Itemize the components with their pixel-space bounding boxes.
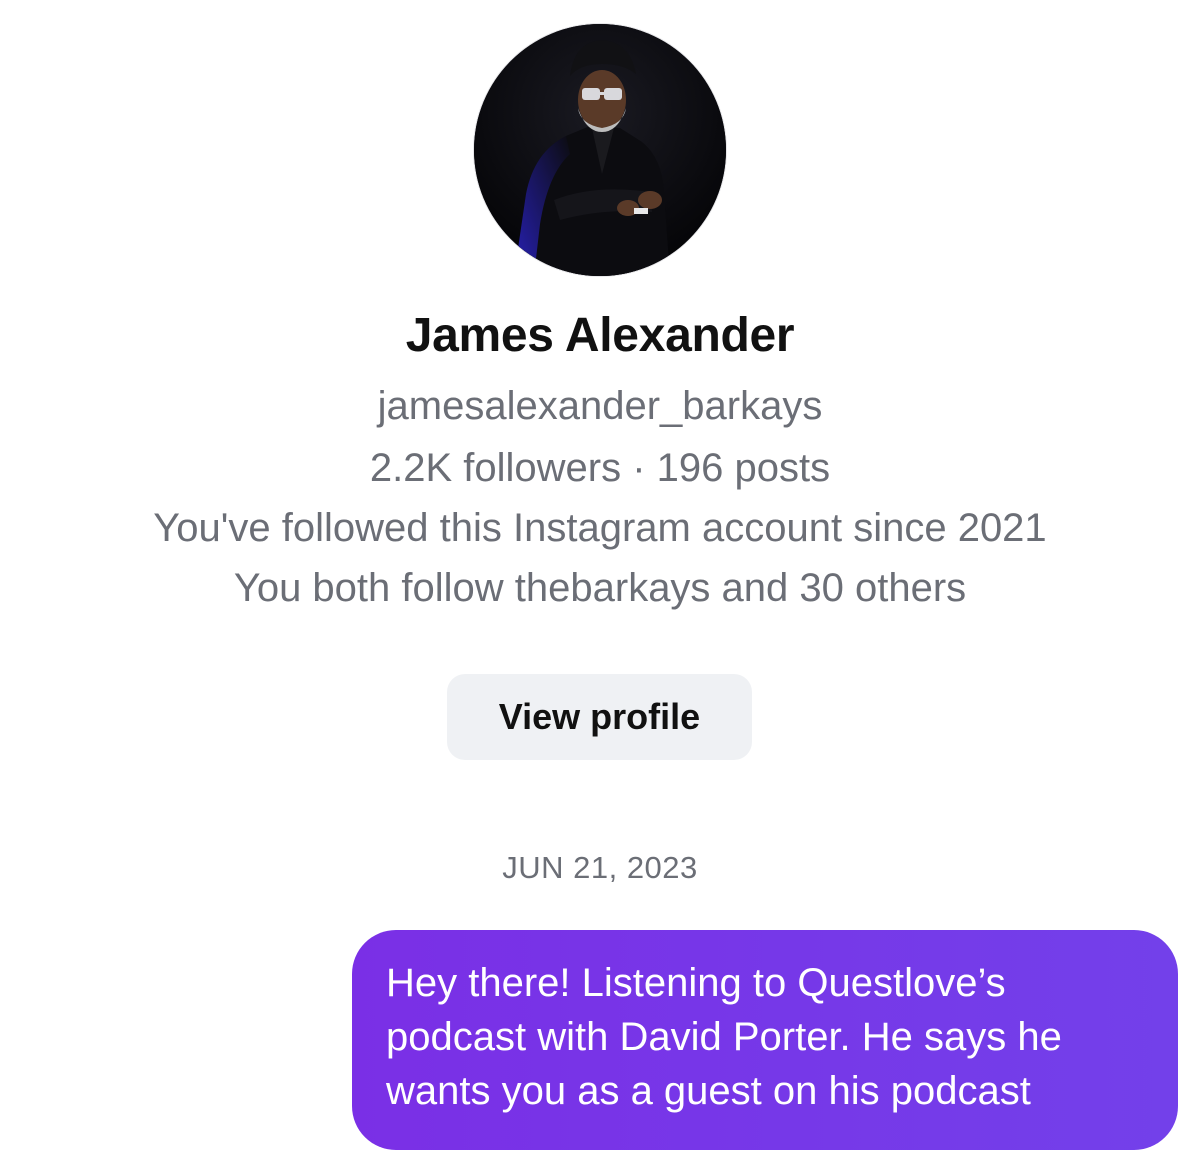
profile-avatar[interactable] (474, 24, 726, 276)
mutual-followers-text: You both follow thebarkays and 30 others (233, 566, 967, 610)
profile-stats: 2.2K followers · 196 posts (369, 446, 831, 490)
profile-photo-icon (474, 24, 726, 276)
message-date-separator: JUN 21, 2023 (502, 850, 698, 885)
dm-thread-screen: James Alexander jamesalexander_barkays 2… (0, 0, 1200, 1164)
message-text: Hey there! Listening to Questlove’s podc… (386, 961, 1062, 1113)
view-profile-button[interactable]: View profile (447, 674, 752, 760)
profile-handle: jamesalexander_barkays (377, 384, 823, 428)
profile-name: James Alexander (405, 309, 795, 362)
followed-since-text: You've followed this Instagram account s… (153, 506, 1047, 550)
sent-message-bubble[interactable]: Hey there! Listening to Questlove’s podc… (352, 930, 1178, 1150)
